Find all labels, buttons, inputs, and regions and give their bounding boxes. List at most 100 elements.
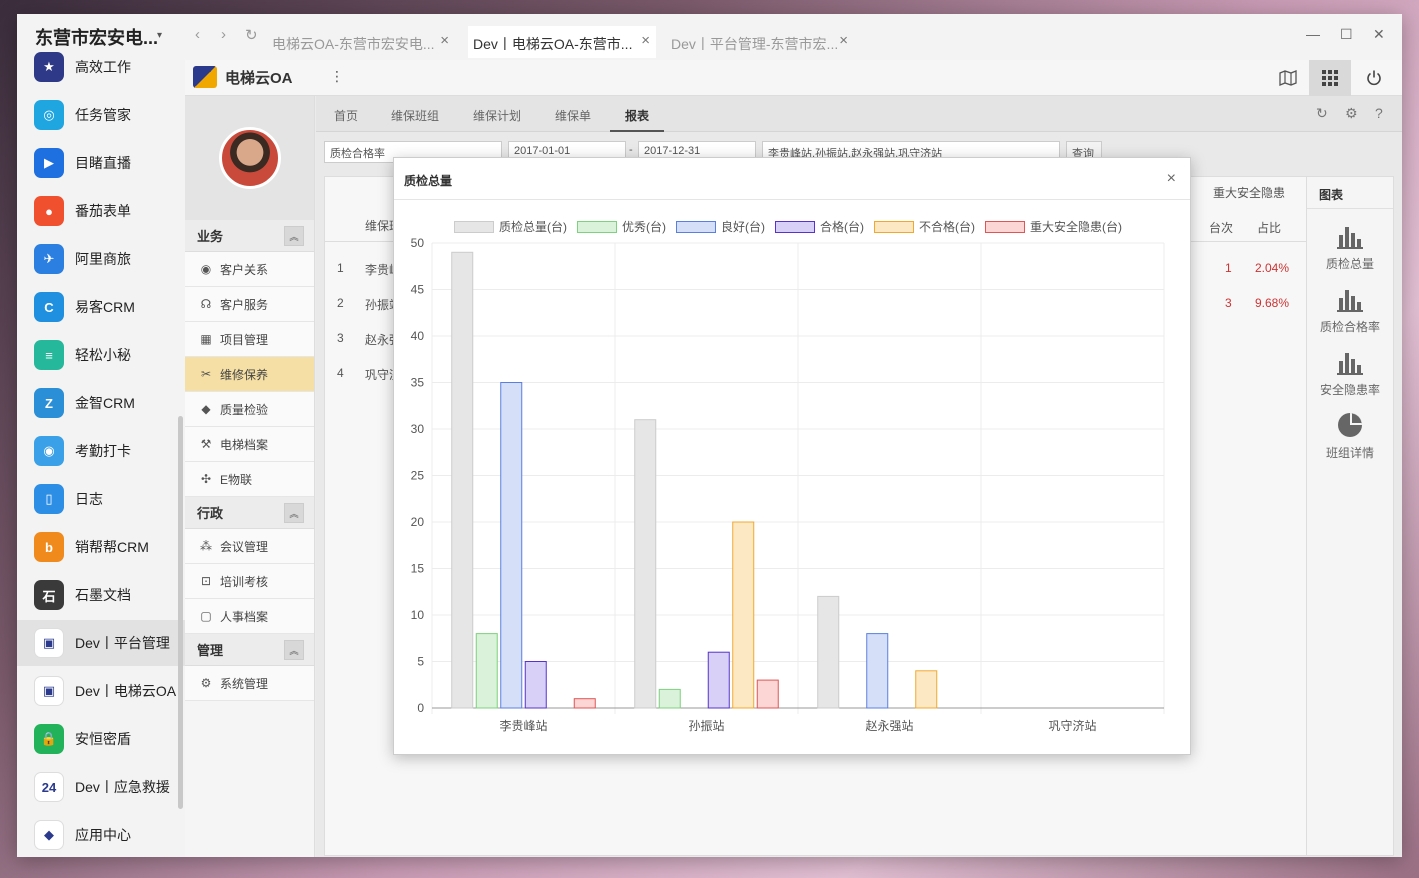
chart-link-label: 班组详情 [1325, 446, 1374, 460]
app-item[interactable]: ▣ Dev丨电梯云OA [17, 668, 185, 714]
org-dropdown-icon[interactable]: ▾ [157, 30, 162, 41]
maximize-icon[interactable]: ☐ [1340, 26, 1353, 43]
tab-close-icon[interactable]: × [440, 32, 449, 49]
tab-close-icon[interactable]: × [839, 32, 848, 49]
app-item[interactable]: ✈ 阿里商旅 [17, 236, 185, 282]
sidebar-item-label: 客户关系 [220, 262, 269, 277]
bar[interactable] [573, 698, 596, 709]
legend-item[interactable]: 优秀(台) [577, 218, 666, 235]
sidebar-item[interactable]: ⚒ 电梯档案 [185, 427, 314, 462]
app-label: 阿里商旅 [75, 251, 131, 267]
tab-teams[interactable]: 维保班组 [391, 96, 439, 132]
sidebar-item[interactable]: ⊡ 培训考核 [185, 564, 314, 599]
app-item[interactable]: ★ 高效工作 [17, 44, 185, 90]
section-header[interactable]: 行政 ︽ [185, 497, 314, 529]
chart-link-team-details[interactable]: 班组详情 [1307, 410, 1393, 461]
collapse-icon[interactable]: ︽ [284, 226, 304, 246]
section-header[interactable]: 业务 ︽ [185, 220, 314, 252]
legend-item[interactable]: 良好(台) [676, 218, 765, 235]
gear-icon[interactable]: ⚙ [1345, 105, 1358, 122]
browser-tab[interactable]: Dev丨平台管理-东营市宏... × [666, 26, 854, 58]
reload-icon[interactable]: ↻ [245, 26, 258, 44]
star-icon: ★ [34, 52, 64, 82]
app-item[interactable]: C 易客CRM [17, 284, 185, 330]
row-index: 3 [337, 331, 344, 345]
bar[interactable] [634, 419, 657, 709]
grid-header-hazard: 重大安全隐患 [1213, 186, 1286, 200]
row-ratio: 9.68% [1255, 296, 1290, 310]
sidebar-item[interactable]: ▢ 人事档案 [185, 599, 314, 634]
app-item[interactable]: ◉ 考勤打卡 [17, 428, 185, 474]
refresh-icon[interactable]: ↻ [1316, 105, 1328, 122]
apps-grid-icon[interactable] [1309, 60, 1351, 96]
collapse-icon[interactable]: ︽ [284, 503, 304, 523]
app-logo[interactable]: 电梯云OA [193, 66, 293, 88]
help-icon[interactable]: ? [1375, 105, 1383, 121]
sidebar-item[interactable]: ✂ 维修保养 [185, 357, 314, 392]
sidebar-item-label: 人事档案 [220, 609, 269, 624]
bar[interactable] [451, 251, 474, 709]
app-item[interactable]: ◆ 应用中心 [17, 812, 185, 857]
bar[interactable] [817, 595, 840, 709]
sidebar-item[interactable]: ✣ E物联 [185, 462, 314, 497]
map-icon[interactable] [1267, 60, 1309, 96]
app-item[interactable]: b 销帮帮CRM [17, 524, 185, 570]
legend-item[interactable]: 合格(台) [775, 218, 864, 235]
app-label: 番茄表单 [75, 203, 131, 219]
bar[interactable] [475, 633, 498, 709]
back-icon[interactable]: ‹ [195, 26, 200, 43]
chart-link-pass-rate[interactable]: 质检合格率 [1307, 284, 1393, 335]
legend-item[interactable]: 不合格(台) [874, 218, 975, 235]
app-item[interactable]: Z 金智CRM [17, 380, 185, 426]
app-item[interactable]: ▯ 日志 [17, 476, 185, 522]
browser-tab[interactable]: 电梯云OA-东营市宏安电... × [267, 26, 455, 58]
app-item[interactable]: 石石墨文档 [17, 572, 185, 618]
app-item[interactable]: ◎ 任务管家 [17, 92, 185, 138]
sidebar-item-label: 会议管理 [220, 539, 269, 554]
app-item[interactable]: ● 番茄表单 [17, 188, 185, 234]
sidebar-item[interactable]: ⁂ 会议管理 [185, 529, 314, 564]
tab-close-icon[interactable]: × [641, 32, 650, 49]
tab-home[interactable]: 首页 [334, 96, 358, 132]
bar[interactable] [866, 633, 889, 709]
app-item[interactable]: 24 Dev丨应急救援 [17, 764, 185, 810]
sidebar-item[interactable]: ⚙ 系统管理 [185, 666, 314, 701]
more-icon[interactable]: ⋮ [330, 68, 344, 85]
sidebar-item[interactable]: ☊ 客户服务 [185, 287, 314, 322]
shimo-icon: 石 [34, 580, 64, 610]
collapse-icon[interactable]: ︽ [284, 640, 304, 660]
legend-item[interactable]: 质检总量(台) [454, 218, 567, 235]
tab-reports[interactable]: 报表 [610, 96, 664, 132]
app-item[interactable]: ≡ 轻松小秘 [17, 332, 185, 378]
app-item[interactable]: 🔒 安恒密盾 [17, 716, 185, 762]
browser-tab-active[interactable]: Dev丨电梯云OA-东营市... × [468, 26, 656, 58]
app-item[interactable]: ▣ Dev丨平台管理 [17, 620, 185, 666]
tab-plans[interactable]: 维保计划 [473, 96, 521, 132]
section-header[interactable]: 管理 ︽ [185, 634, 314, 666]
bar[interactable] [915, 670, 938, 709]
chart-link-total[interactable]: 质检总量 [1307, 221, 1393, 272]
sidebar-item[interactable]: ◉ 客户关系 [185, 252, 314, 287]
bar[interactable] [500, 382, 523, 709]
section-title: 管理 [197, 643, 224, 658]
bar[interactable] [658, 688, 681, 709]
bar[interactable] [756, 679, 779, 709]
sidebar-item[interactable]: ◆ 质量检验 [185, 392, 314, 427]
tab-orders[interactable]: 维保单 [555, 96, 591, 132]
legend-item[interactable]: 重大安全隐患(台) [985, 218, 1122, 235]
chart-link-hazard-rate[interactable]: 安全隐患率 [1307, 347, 1393, 398]
sidebar-item[interactable]: ▦ 项目管理 [185, 322, 314, 357]
bar[interactable] [732, 521, 755, 709]
bar[interactable] [524, 661, 547, 709]
location-icon: ◉ [34, 436, 64, 466]
bar[interactable] [707, 651, 730, 709]
legend-label: 合格(台) [820, 220, 864, 234]
app-item[interactable]: ▶ 目睹直播 [17, 140, 185, 186]
minimize-icon[interactable]: — [1306, 26, 1320, 42]
forward-icon[interactable]: › [221, 26, 226, 43]
close-window-icon[interactable]: ✕ [1373, 26, 1385, 43]
power-icon[interactable] [1353, 60, 1395, 96]
avatar[interactable] [218, 127, 281, 189]
sidebar-scrollbar[interactable] [178, 416, 183, 809]
sidebar-item-label: 维修保养 [220, 367, 269, 382]
